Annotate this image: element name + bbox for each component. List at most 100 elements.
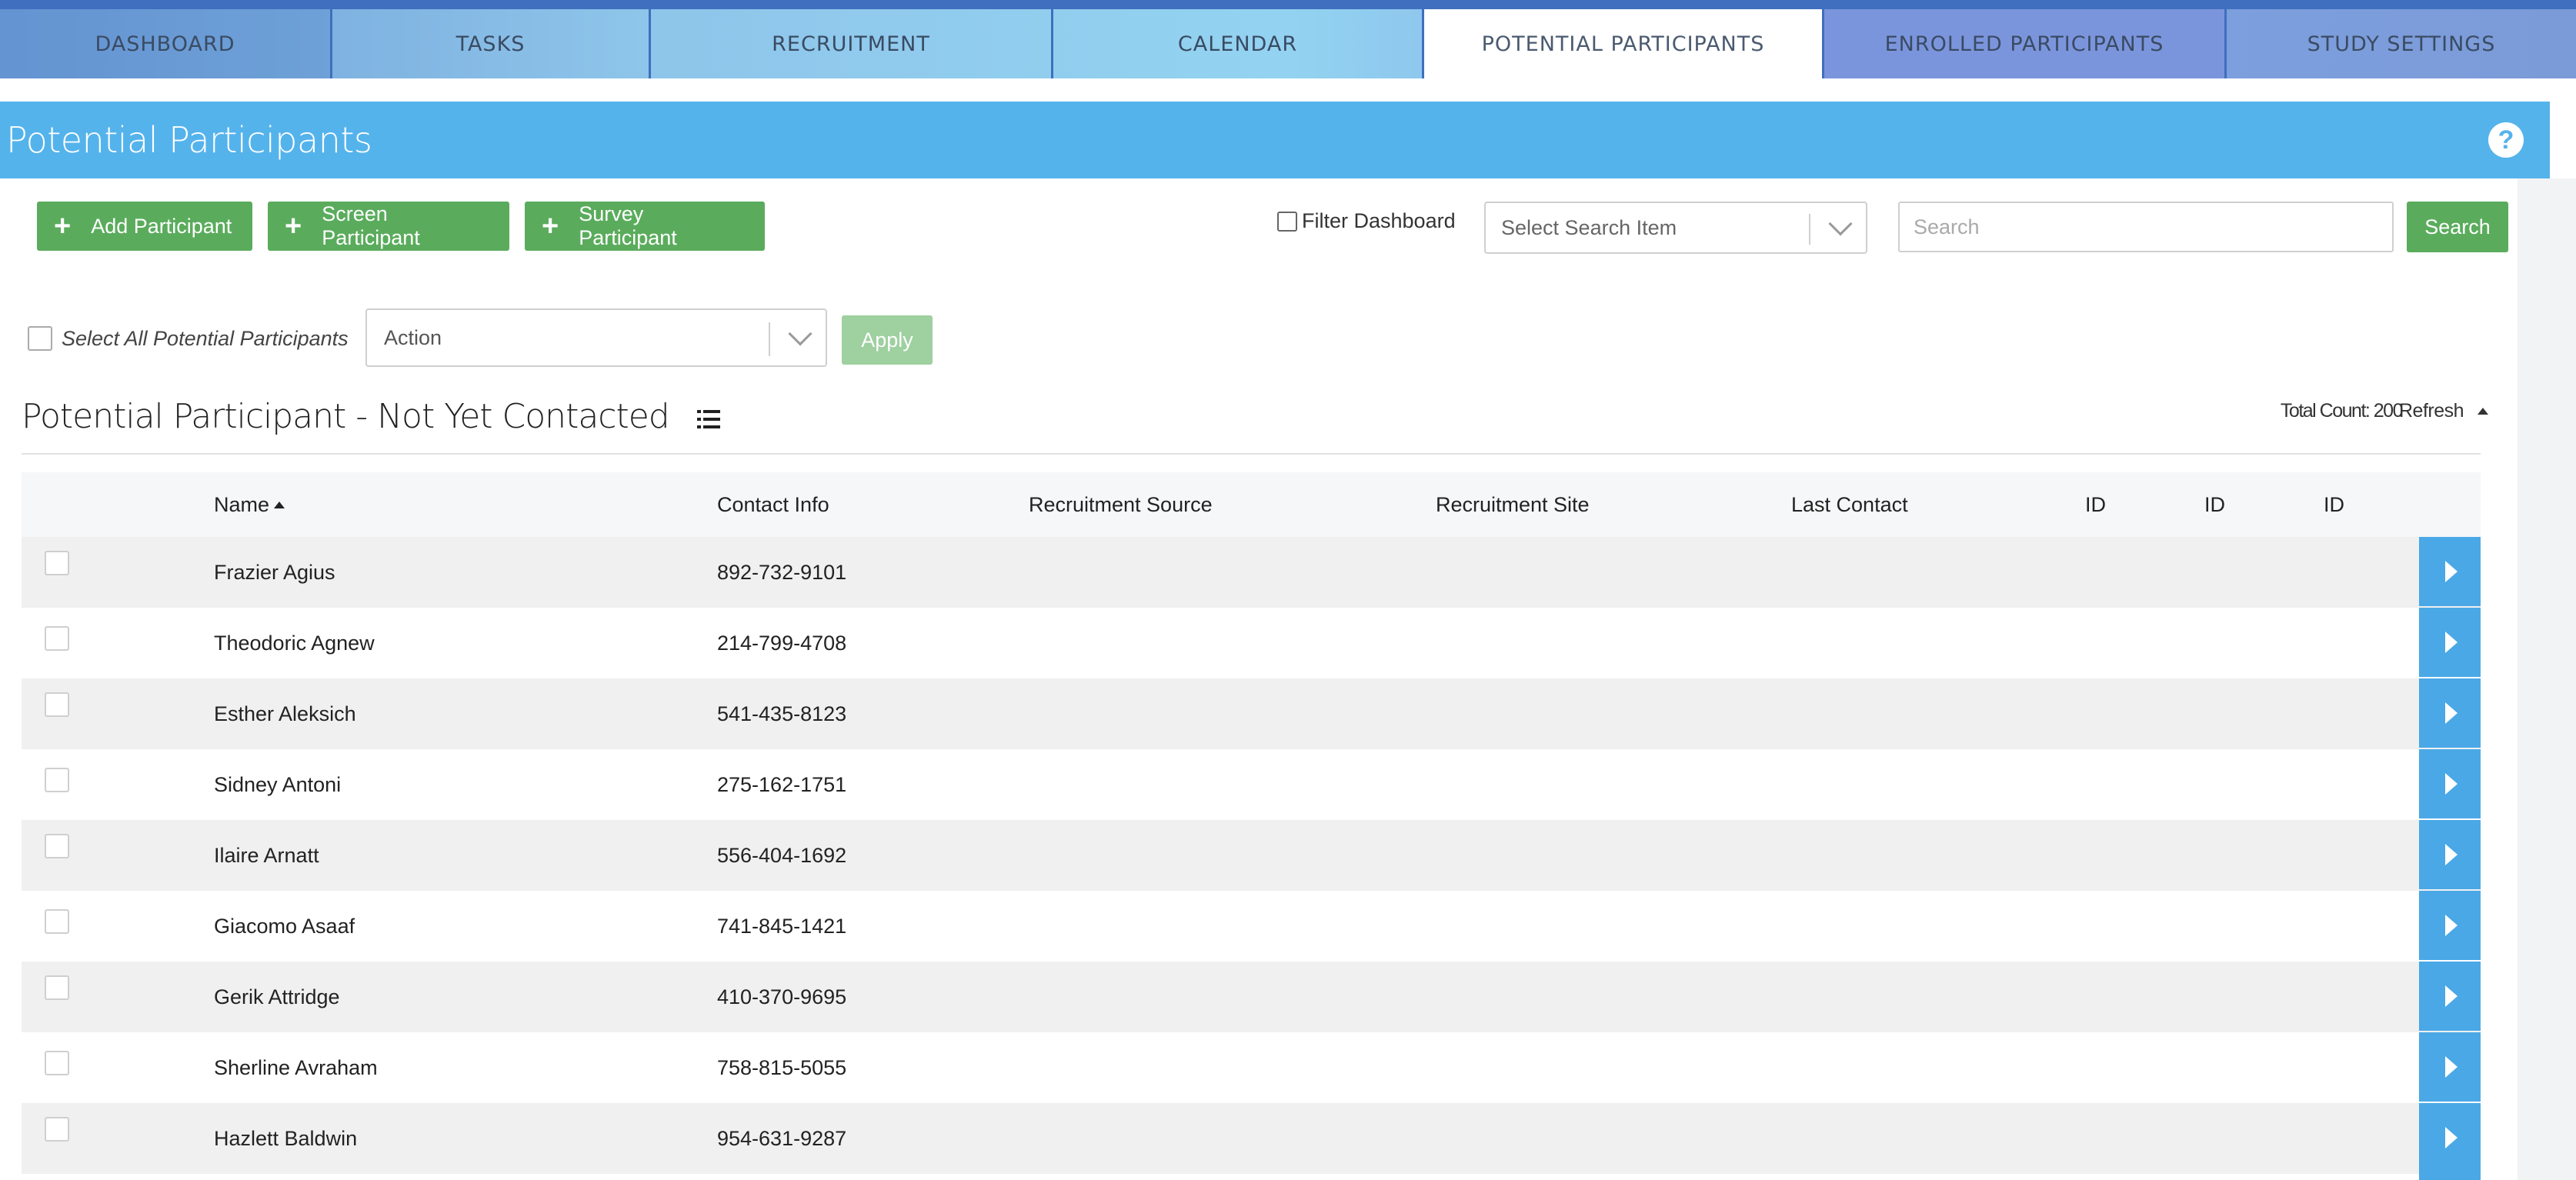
- row-contact-info: 741-845-1421: [717, 914, 847, 938]
- caret-up-icon: [2478, 408, 2489, 415]
- row-checkbox[interactable]: [45, 626, 69, 651]
- table-row: Theodoric Agnew 214-799-4708: [22, 608, 2481, 678]
- participants-table: Name Contact Info Recruitment Source Rec…: [22, 472, 2481, 1174]
- row-checkbox[interactable]: [45, 834, 69, 858]
- column-header-recruitment-site[interactable]: Recruitment Site: [1436, 472, 1590, 537]
- table-row: Giacomo Asaaf 741-845-1421: [22, 891, 2481, 962]
- row-contact-info: 758-815-5055: [717, 1055, 847, 1079]
- row-open-button[interactable]: [2419, 962, 2481, 1031]
- action-select[interactable]: Action: [365, 308, 827, 367]
- table-row: Sherline Avraham 758-815-5055: [22, 1032, 2481, 1103]
- play-arrow-icon: [2445, 1127, 2458, 1148]
- select-all-label: Select All Potential Participants: [62, 326, 349, 350]
- row-name: Hazlett Baldwin: [214, 1126, 358, 1150]
- row-open-button[interactable]: [2419, 678, 2481, 748]
- play-arrow-icon: [2445, 985, 2458, 1007]
- survey-participant-label: Survey Participant: [579, 202, 677, 249]
- page-header: Potential Participants ?: [0, 102, 2550, 178]
- filter-dashboard: Filter Dashboard: [1277, 209, 1456, 233]
- tab-dashboard[interactable]: DASHBOARD: [0, 9, 332, 78]
- play-arrow-icon: [2445, 773, 2458, 795]
- tab-enrolled-participants[interactable]: ENROLLED PARTICIPANTS: [1824, 9, 2227, 78]
- section-title: Potential Participant - Not Yet Contacte…: [22, 397, 720, 436]
- table-row: Esther Aleksich 541-435-8123: [22, 678, 2481, 749]
- row-open-button-partial[interactable]: [2419, 1172, 2481, 1180]
- column-header-contact-info[interactable]: Contact Info: [717, 472, 829, 537]
- row-checkbox[interactable]: [45, 1117, 69, 1142]
- column-header-recruitment-source[interactable]: Recruitment Source: [1029, 472, 1213, 537]
- row-name: Frazier Agius: [214, 560, 335, 584]
- tab-calendar[interactable]: CALENDAR: [1053, 9, 1424, 78]
- row-contact-info: 275-162-1751: [717, 772, 847, 796]
- table-row: Sidney Antoni 275-162-1751: [22, 749, 2481, 820]
- page-title: Potential Participants: [6, 119, 372, 161]
- select-all-checkbox[interactable]: [28, 326, 52, 351]
- list-icon[interactable]: [696, 409, 720, 430]
- row-open-button[interactable]: [2419, 1103, 2481, 1172]
- tab-study-settings[interactable]: STUDY SETTINGS: [2227, 9, 2576, 78]
- right-gutter: [2518, 178, 2576, 1180]
- select-separator: [769, 322, 770, 356]
- row-checkbox[interactable]: [45, 1051, 69, 1075]
- help-icon[interactable]: ?: [2488, 122, 2524, 158]
- add-participant-button[interactable]: + Add Participant: [37, 202, 252, 251]
- search-item-select[interactable]: Select Search Item: [1484, 202, 1867, 254]
- chevron-down-icon: [1828, 212, 1853, 236]
- screen-participant-label: Screen Participant: [322, 202, 420, 249]
- table-row: Hazlett Baldwin 954-631-9287: [22, 1103, 2481, 1174]
- row-name: Giacomo Asaaf: [214, 914, 355, 938]
- tab-recruitment[interactable]: RECRUITMENT: [651, 9, 1053, 78]
- row-checkbox[interactable]: [45, 692, 69, 717]
- table-row: Frazier Agius 892-732-9101: [22, 537, 2481, 608]
- play-arrow-icon: [2445, 1056, 2458, 1078]
- search-button[interactable]: Search: [2407, 202, 2508, 252]
- column-header-id-2[interactable]: ID: [2204, 472, 2225, 537]
- filter-dashboard-checkbox[interactable]: [1277, 211, 1297, 232]
- row-contact-info: 410-370-9695: [717, 985, 847, 1008]
- screen-participant-button[interactable]: + Screen Participant: [268, 202, 509, 251]
- row-open-button[interactable]: [2419, 1032, 2481, 1102]
- filter-dashboard-label: Filter Dashboard: [1302, 209, 1456, 232]
- tab-tasks[interactable]: TASKS: [332, 9, 651, 78]
- row-contact-info: 556-404-1692: [717, 843, 847, 867]
- survey-participant-button[interactable]: + Survey Participant: [525, 202, 765, 251]
- select-all: Select All Potential Participants: [28, 326, 349, 351]
- plus-icon: +: [54, 210, 72, 242]
- row-open-button[interactable]: [2419, 820, 2481, 889]
- play-arrow-icon: [2445, 632, 2458, 653]
- column-header-id-1[interactable]: ID: [2085, 472, 2106, 537]
- column-header-name[interactable]: Name: [214, 472, 285, 537]
- column-header-label: Name: [214, 492, 270, 516]
- row-checkbox[interactable]: [45, 551, 69, 575]
- row-open-button[interactable]: [2419, 537, 2481, 606]
- table-row: Gerik Attridge 410-370-9695: [22, 962, 2481, 1032]
- search-item-value: Select Search Item: [1501, 215, 1677, 239]
- search-input[interactable]: [1898, 202, 2394, 252]
- select-separator: [1809, 214, 1810, 245]
- plus-icon: +: [285, 210, 302, 242]
- row-checkbox[interactable]: [45, 909, 69, 934]
- row-contact-info: 954-631-9287: [717, 1126, 847, 1150]
- row-open-button[interactable]: [2419, 891, 2481, 960]
- row-open-button[interactable]: [2419, 608, 2481, 677]
- column-header-id-3[interactable]: ID: [2324, 472, 2344, 537]
- table-row: Ilaire Arnatt 556-404-1692: [22, 820, 2481, 891]
- row-name: Sherline Avraham: [214, 1055, 378, 1079]
- tab-potential-participants[interactable]: POTENTIAL PARTICIPANTS: [1424, 9, 1824, 78]
- refresh-label: Refresh: [2399, 400, 2464, 422]
- column-header-last-contact[interactable]: Last Contact: [1791, 472, 1908, 537]
- plus-icon: +: [542, 210, 559, 242]
- row-open-button[interactable]: [2419, 749, 2481, 818]
- refresh-button[interactable]: Refresh: [2399, 400, 2489, 422]
- play-arrow-icon: [2445, 702, 2458, 724]
- row-checkbox[interactable]: [45, 975, 69, 1000]
- row-contact-info: 541-435-8123: [717, 702, 847, 725]
- row-contact-info: 214-799-4708: [717, 631, 847, 655]
- play-arrow-icon: [2445, 561, 2458, 582]
- play-arrow-icon: [2445, 915, 2458, 936]
- action-select-value: Action: [384, 325, 442, 349]
- apply-button[interactable]: Apply: [842, 315, 933, 365]
- row-checkbox[interactable]: [45, 768, 69, 792]
- row-name: Gerik Attridge: [214, 985, 340, 1008]
- add-participant-label: Add Participant: [91, 214, 232, 238]
